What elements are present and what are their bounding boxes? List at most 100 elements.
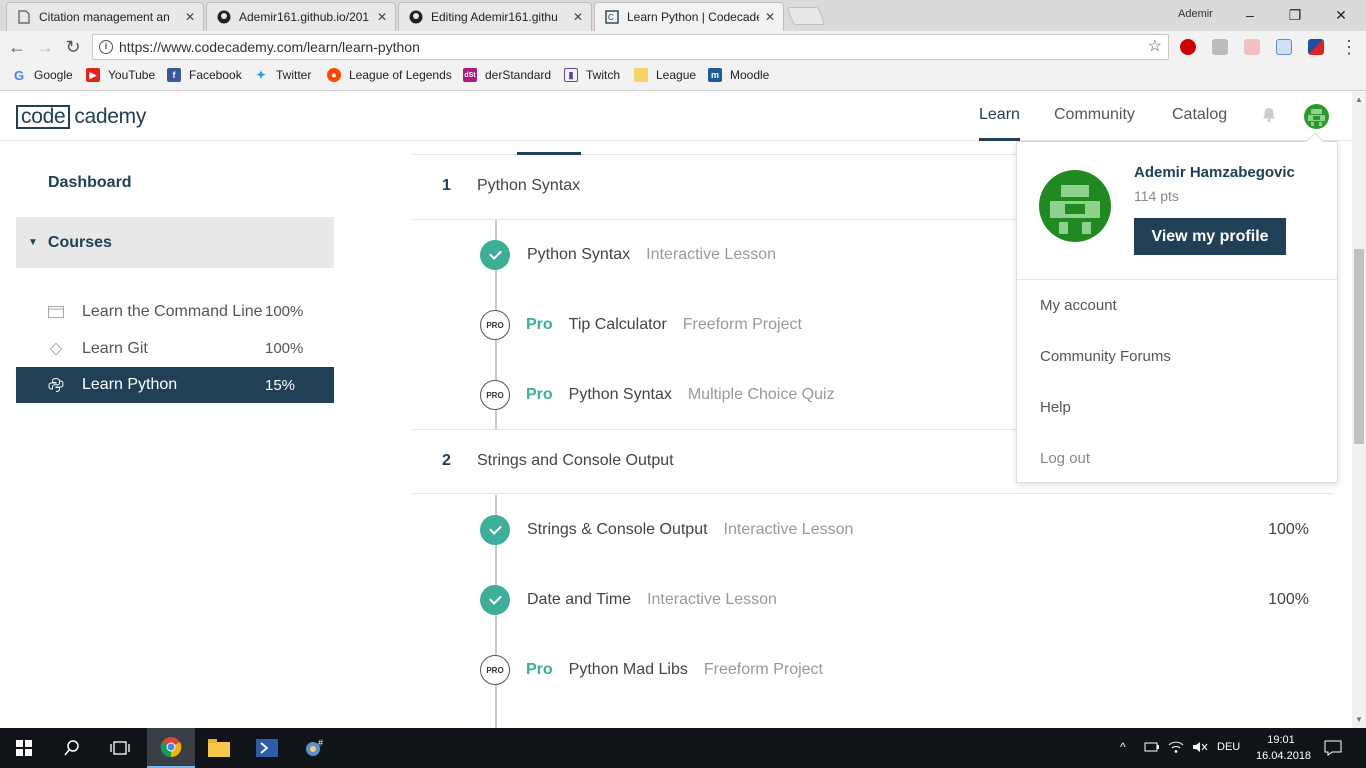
lesson-row[interactable]: Date and Time Interactive Lesson 100%: [480, 585, 1333, 615]
tab-citation[interactable]: Citation management an ✕: [6, 2, 204, 31]
menu-item-community-forums[interactable]: Community Forums: [1040, 348, 1171, 365]
section-title: Strings and Console Output: [477, 452, 674, 469]
avatar[interactable]: [1039, 170, 1111, 242]
twitter-icon: ✦: [255, 68, 267, 82]
extension-icon[interactable]: [1244, 39, 1260, 55]
bookmark-twitter[interactable]: ✦ Twitter: [254, 68, 311, 82]
back-icon[interactable]: ←: [6, 35, 28, 59]
scrollbar-thumb[interactable]: [1354, 249, 1364, 444]
pdf-extension-icon[interactable]: [1212, 39, 1228, 55]
section-title: Python Syntax: [477, 177, 581, 194]
new-tab-button[interactable]: [786, 7, 826, 25]
document-icon: [17, 10, 31, 24]
scrollbar[interactable]: ▲ ▼: [1352, 91, 1366, 728]
scroll-up-icon[interactable]: ▲: [1355, 95, 1363, 104]
tab-github-io[interactable]: Ademir161.github.io/201 ✕: [206, 2, 396, 31]
bookmark-youtube[interactable]: ▶ YouTube: [86, 68, 155, 82]
course-command-line[interactable]: Learn the Command Line 100%: [16, 293, 334, 330]
youtube-icon: ▶: [86, 68, 100, 82]
profile-dropdown: Ademir Hamzabegovic 114 pts View my prof…: [1016, 132, 1338, 483]
app-taskbar-icon[interactable]: #: [291, 728, 339, 768]
pro-badge-icon: PRO: [480, 380, 510, 410]
wifi-icon[interactable]: [1168, 740, 1184, 759]
pro-badge-icon: PRO: [480, 310, 510, 340]
courses-toggle[interactable]: ▼ Courses: [16, 217, 334, 268]
close-window-icon[interactable]: ✕: [1329, 4, 1353, 26]
docs-extension-icon[interactable]: [1276, 39, 1292, 55]
tab-learn-python[interactable]: C Learn Python | Codecade ✕: [594, 2, 784, 31]
menu-item-help[interactable]: Help: [1040, 399, 1071, 416]
nav-learn[interactable]: Learn: [979, 106, 1020, 141]
github-icon: [409, 10, 423, 24]
git-icon: [48, 341, 64, 357]
moodle-icon: m: [708, 68, 722, 82]
bookmark-league-of-legends[interactable]: ● League of Legends: [327, 68, 452, 82]
reload-icon[interactable]: ↻: [62, 35, 84, 59]
bookmark-google[interactable]: G Google: [12, 67, 73, 83]
translate-extension-icon[interactable]: [1308, 39, 1324, 55]
lesson-row[interactable]: Strings & Console Output Interactive Les…: [480, 515, 1333, 545]
pro-badge-icon: PRO: [480, 655, 510, 685]
bell-icon[interactable]: [1261, 107, 1277, 123]
user-points: 114 pts: [1134, 188, 1179, 204]
profile-name[interactable]: Ademir: [1178, 8, 1213, 20]
volume-mute-icon[interactable]: [1192, 740, 1208, 759]
github-icon: [217, 10, 231, 24]
check-icon: [480, 515, 510, 545]
tab-editing-github[interactable]: Editing Ademir161.githu ✕: [398, 2, 592, 31]
course-git[interactable]: Learn Git 100%: [16, 330, 334, 367]
powershell-icon[interactable]: [243, 728, 291, 768]
battery-icon[interactable]: [1144, 740, 1160, 759]
menu-item-my-account[interactable]: My account: [1040, 297, 1117, 314]
close-tab-icon[interactable]: ✕: [765, 10, 775, 24]
file-explorer-icon[interactable]: [195, 728, 243, 768]
avatar[interactable]: [1304, 104, 1329, 129]
close-tab-icon[interactable]: ✕: [377, 10, 387, 24]
windows-start-icon[interactable]: [0, 728, 48, 768]
restore-icon[interactable]: ❐: [1283, 4, 1307, 26]
pro-label: Pro: [526, 386, 553, 403]
clock[interactable]: 19:01 16.04.2018: [1256, 732, 1311, 764]
menu-dots-icon[interactable]: ⋮: [1338, 35, 1360, 59]
notifications-icon[interactable]: [1324, 740, 1342, 761]
forward-icon[interactable]: →: [34, 35, 56, 59]
bookmark-twitch[interactable]: ▮ Twitch: [564, 68, 620, 82]
info-icon[interactable]: i: [99, 40, 113, 54]
bookmarks-bar: G Google ▶ YouTube f Facebook ✦ Twitter ● Lea…: [0, 63, 1366, 90]
bookmark-derstandard[interactable]: dSt derStandard: [463, 68, 551, 82]
lesson-row[interactable]: PRO Pro Python Mad Libs Freeform Project: [480, 655, 1333, 685]
page-content: code cademy Learn Community Catalog Dashb…: [0, 91, 1352, 728]
lesson-progress: 100%: [1268, 591, 1309, 608]
site-header: code cademy Learn Community Catalog: [0, 91, 1352, 141]
bookmark-star-icon[interactable]: ☆: [1148, 35, 1162, 59]
svg-text:C: C: [608, 13, 614, 22]
tab-strip: Citation management an ✕ Ademir161.githu…: [0, 0, 1366, 31]
url-text[interactable]: https://www.codecademy.com/learn/learn-p…: [119, 39, 420, 55]
minimize-icon[interactable]: –: [1238, 4, 1262, 26]
scroll-down-icon[interactable]: ▼: [1355, 715, 1363, 724]
codecademy-logo[interactable]: code cademy: [16, 105, 146, 129]
bookmark-moodle[interactable]: m Moodle: [708, 68, 769, 82]
dashboard-link[interactable]: Dashboard: [48, 174, 132, 192]
google-icon: G: [13, 67, 25, 83]
view-profile-button[interactable]: View my profile: [1134, 218, 1286, 255]
bookmark-league[interactable]: League: [634, 68, 696, 82]
menu-item-log-out[interactable]: Log out: [1040, 450, 1090, 467]
bookmark-facebook[interactable]: f Facebook: [167, 68, 242, 82]
user-name: Ademir Hamzabegovic: [1134, 164, 1295, 181]
address-bar[interactable]: i https://www.codecademy.com/learn/learn…: [92, 34, 1169, 60]
toolbar: ← → ↻ i https://www.codecademy.com/learn…: [0, 31, 1366, 63]
chrome-taskbar-icon[interactable]: [147, 728, 195, 768]
close-tab-icon[interactable]: ✕: [573, 10, 583, 24]
course-python[interactable]: Learn Python 15%: [16, 367, 334, 403]
divider: [1017, 279, 1337, 280]
language-indicator[interactable]: DEU: [1217, 741, 1240, 753]
nav-community[interactable]: Community: [1054, 106, 1135, 141]
close-tab-icon[interactable]: ✕: [185, 10, 195, 24]
adblock-icon[interactable]: [1180, 39, 1196, 55]
nav-catalog[interactable]: Catalog: [1172, 106, 1227, 141]
check-icon: [480, 585, 510, 615]
search-icon[interactable]: [48, 728, 96, 768]
chevron-up-icon[interactable]: ^: [1120, 740, 1126, 754]
task-view-icon[interactable]: [96, 728, 144, 768]
